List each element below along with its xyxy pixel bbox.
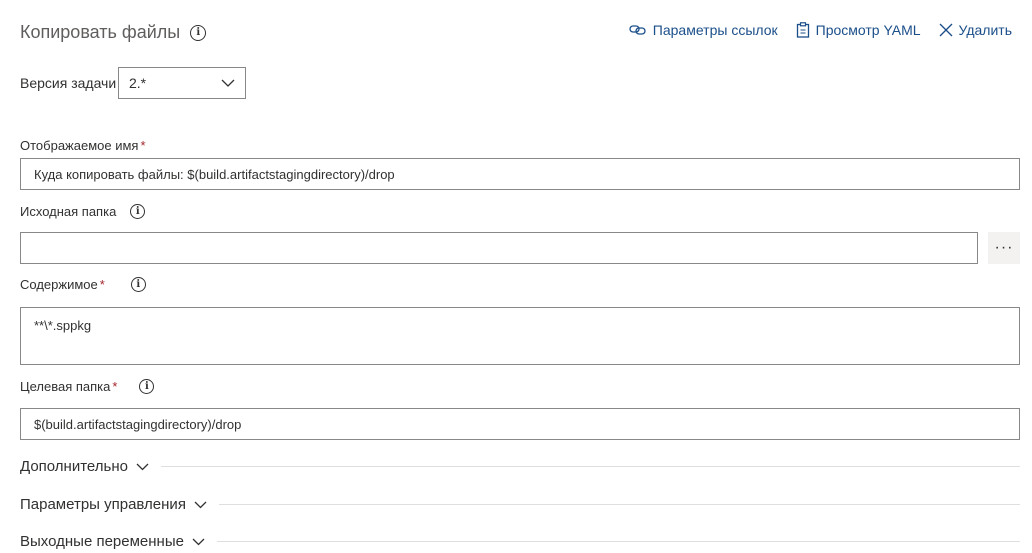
- more-icon: ···: [994, 239, 1014, 256]
- view-yaml-label: Просмотр YAML: [815, 22, 921, 38]
- delete-button[interactable]: Удалить: [939, 22, 1012, 38]
- contents-value: **\*.sppkg: [34, 318, 92, 333]
- info-icon[interactable]: i: [130, 277, 146, 292]
- section-output-variables[interactable]: Выходные переменные: [20, 533, 1020, 550]
- contents-label-text: Содержимое: [20, 277, 98, 292]
- task-version-value: 2.*: [129, 75, 147, 91]
- toolbar: Параметры ссылок Просмотр YAML Удалить: [629, 22, 1012, 38]
- info-icon[interactable]: i: [190, 24, 207, 41]
- target-folder-value: $(build.artifactstagingdirectory)/drop: [34, 416, 242, 432]
- chevron-down-icon: [136, 463, 149, 470]
- link-icon: [629, 25, 646, 35]
- task-version-label: Версия задачи: [20, 75, 117, 91]
- target-folder-input[interactable]: $(build.artifactstagingdirectory)/drop: [20, 408, 1020, 440]
- display-name-value: Куда копировать файлы: $(build.artifacts…: [34, 166, 395, 182]
- section-advanced-label: Дополнительно: [20, 458, 128, 475]
- contents-label: Содержимое * i: [20, 277, 146, 292]
- section-control-options[interactable]: Параметры управления: [20, 496, 1020, 513]
- display-name-input[interactable]: Куда копировать файлы: $(build.artifacts…: [20, 158, 1020, 190]
- browse-button[interactable]: ···: [988, 232, 1020, 264]
- info-icon[interactable]: i: [139, 379, 155, 394]
- delete-label: Удалить: [958, 22, 1012, 38]
- target-folder-label-text: Целевая папка: [20, 379, 111, 394]
- divider: [216, 541, 1020, 542]
- source-folder-label-text: Исходная папка: [20, 204, 117, 219]
- divider: [218, 504, 1020, 505]
- section-control-options-label: Параметры управления: [20, 496, 186, 513]
- task-version-select[interactable]: 2.*: [118, 67, 246, 99]
- contents-textarea[interactable]: **\*.sppkg: [20, 307, 1020, 365]
- page-title: Копировать файлы i: [20, 22, 207, 43]
- required-marker: *: [112, 379, 118, 394]
- display-name-label: Отображаемое имя *: [20, 138, 146, 153]
- required-marker: *: [140, 138, 146, 153]
- chevron-down-icon: [221, 79, 235, 87]
- source-folder-input[interactable]: [20, 232, 978, 264]
- link-settings-button[interactable]: Параметры ссылок: [629, 22, 778, 38]
- link-settings-label: Параметры ссылок: [652, 22, 778, 38]
- clipboard-icon: [796, 22, 809, 38]
- info-icon[interactable]: i: [130, 204, 146, 219]
- chevron-down-icon: [192, 538, 205, 545]
- page-title-text: Копировать файлы: [20, 22, 181, 42]
- source-folder-label: Исходная папка i: [20, 204, 146, 219]
- section-advanced[interactable]: Дополнительно: [20, 458, 1020, 475]
- chevron-down-icon: [194, 501, 207, 508]
- display-name-label-text: Отображаемое имя: [20, 138, 139, 153]
- target-folder-label: Целевая папка * i: [20, 379, 155, 394]
- divider: [160, 466, 1020, 467]
- close-icon: [939, 23, 953, 37]
- view-yaml-button[interactable]: Просмотр YAML: [796, 22, 921, 38]
- section-output-variables-label: Выходные переменные: [20, 533, 184, 550]
- required-marker: *: [99, 277, 105, 292]
